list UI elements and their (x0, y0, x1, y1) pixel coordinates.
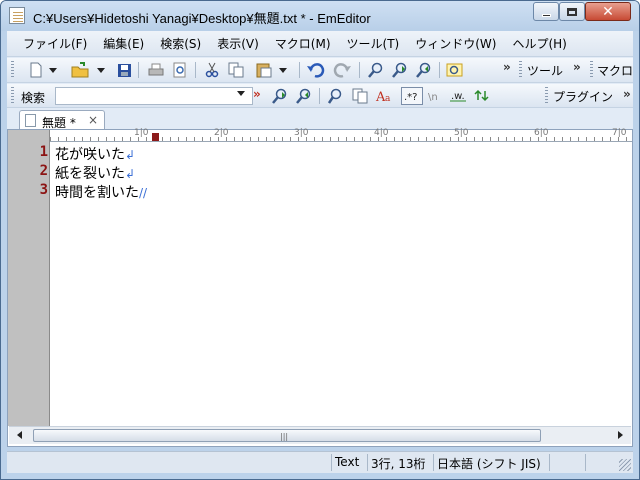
line-number: 1 (39, 144, 48, 160)
title-bar[interactable]: C:¥Users¥Hidetoshi Yanagi¥Desktop¥無題.txt… (1, 1, 639, 31)
scrollbar-thumb[interactable]: ||| (33, 429, 541, 442)
menu-bar: ファイル(F) 編集(E) 検索(S) 表示(V) マクロ(M) ツール(T) … (7, 31, 633, 57)
search-label: 検索 (21, 91, 46, 105)
document-tab-strip: 無題 * × (7, 109, 633, 132)
menu-tools[interactable]: ツール(T) (339, 32, 408, 55)
save-icon[interactable] (115, 61, 133, 79)
new-dropdown-icon[interactable] (47, 61, 59, 79)
search-previous-icon[interactable] (295, 87, 313, 105)
line-text: 時間を割いた (55, 185, 139, 201)
search-all-icon[interactable] (327, 87, 345, 105)
newline-mark: ↲ (125, 148, 136, 162)
emeditor-app-icon[interactable] (9, 7, 25, 24)
toolbar-grip[interactable] (11, 61, 14, 79)
maximize-icon (567, 7, 577, 16)
text-line[interactable]: 紙を裂いた↲ (55, 163, 135, 183)
editor-pane: 1|0 2|0 3|0 4|0 5|0 6|0 7|0 1 2 3 花が咲いた↲… (7, 128, 633, 447)
line-number: 2 (39, 163, 48, 179)
toolbar-overflow-chevron[interactable]: » (503, 60, 511, 74)
text-line[interactable]: 時間を割いた// (55, 182, 147, 202)
scroll-right-arrow-icon[interactable] (618, 431, 623, 439)
plugins-overflow-chevron[interactable]: » (623, 87, 631, 101)
window-chrome: ファイル(F) 編集(E) 検索(S) 表示(V) マクロ(M) ツール(T) … (7, 31, 633, 132)
search-history-dropdown-icon[interactable] (237, 91, 245, 96)
cut-icon[interactable] (203, 61, 221, 79)
find-toolbar: 検索 » Aa .*? \n .w. プラグイン » (7, 84, 633, 108)
regex-toggle-icon[interactable]: .*? (401, 87, 423, 105)
svg-text:.w.: .w. (451, 91, 465, 102)
tools-toolbar-grip[interactable] (519, 61, 522, 79)
menu-edit[interactable]: 編集(E) (95, 32, 152, 55)
text-line[interactable]: 花が咲いた↲ (55, 144, 135, 164)
text-document-icon (25, 114, 36, 127)
undo-icon[interactable] (307, 61, 325, 79)
line-number: 3 (39, 182, 48, 198)
standard-toolbar: » ツール » マクロ (7, 58, 633, 83)
search-next-icon[interactable] (271, 87, 289, 105)
search-input[interactable] (55, 87, 253, 105)
macro-toolbar-grip[interactable] (590, 61, 593, 79)
redo-icon[interactable] (333, 61, 351, 79)
copy-icon[interactable] (227, 61, 245, 79)
close-icon: ✕ (602, 3, 614, 20)
menu-help[interactable]: ヘルプ(H) (504, 32, 574, 55)
incremental-search-icon[interactable] (473, 87, 491, 105)
paste-dropdown-icon[interactable] (277, 61, 289, 79)
status-mode[interactable]: Text (335, 455, 359, 469)
line-text: 紙を裂いた (55, 166, 125, 182)
match-case-icon[interactable]: Aa (375, 87, 393, 105)
app-window: C:¥Users¥Hidetoshi Yanagi¥Desktop¥無題.txt… (0, 0, 640, 480)
find-next-icon[interactable] (391, 61, 409, 79)
close-button[interactable]: ✕ (585, 2, 631, 21)
line-text: 花が咲いた (55, 147, 125, 163)
maximize-button[interactable] (559, 2, 585, 21)
line-number-gutter[interactable]: 1 2 3 (8, 130, 50, 426)
menu-window[interactable]: ウィンドウ(W) (407, 32, 504, 55)
find-toolbar-grip[interactable] (11, 87, 14, 105)
status-bar: Text 3行, 13桁 日本語 (シフト JIS) (7, 451, 633, 473)
svg-text:\n: \n (428, 92, 438, 102)
highlight-search-icon[interactable] (445, 61, 463, 79)
paste-icon[interactable] (255, 61, 273, 79)
search-documents-icon[interactable] (351, 87, 369, 105)
minimize-icon (541, 13, 551, 17)
search-options-chevron[interactable]: » (253, 87, 261, 101)
newline-mark: ↲ (125, 167, 136, 181)
new-file-icon[interactable] (27, 61, 45, 79)
scrollbar-grip-icon: ||| (280, 432, 289, 441)
ruler-cursor-marker (152, 133, 159, 141)
plugins-toolbar-label[interactable]: プラグイン (553, 88, 613, 105)
svg-text:.*?: .*? (404, 92, 418, 102)
open-folder-icon[interactable] (71, 61, 89, 79)
print-icon[interactable] (147, 61, 165, 79)
horizontal-scrollbar[interactable]: ||| (9, 426, 631, 444)
status-cursor-position[interactable]: 3行, 13桁 (371, 455, 426, 472)
end-of-file-mark: // (139, 186, 148, 200)
find-icon[interactable] (367, 61, 385, 79)
scroll-left-arrow-icon[interactable] (17, 431, 22, 439)
menu-view[interactable]: 表示(V) (209, 32, 267, 55)
escape-sequence-icon[interactable]: \n (427, 87, 445, 105)
status-encoding[interactable]: 日本語 (シフト JIS) (437, 455, 541, 472)
minimize-button[interactable] (533, 2, 559, 21)
print-preview-icon[interactable] (171, 61, 189, 79)
text-editing-area[interactable]: 花が咲いた↲ 紙を裂いた↲ 時間を割いた// (52, 142, 630, 426)
find-previous-icon[interactable] (415, 61, 433, 79)
svg-text:a: a (385, 94, 391, 104)
window-title: C:¥Users¥Hidetoshi Yanagi¥Desktop¥無題.txt… (33, 11, 371, 26)
plugins-toolbar-grip[interactable] (545, 87, 548, 105)
macro-toolbar-label[interactable]: マクロ (597, 62, 633, 79)
tools-overflow-chevron[interactable]: » (573, 60, 581, 74)
tools-toolbar-label[interactable]: ツール (527, 62, 563, 79)
ruler-ticks (50, 137, 632, 141)
column-ruler[interactable]: 1|0 2|0 3|0 4|0 5|0 6|0 7|0 (50, 128, 632, 142)
menu-search[interactable]: 検索(S) (152, 32, 209, 55)
menu-file[interactable]: ファイル(F) (15, 32, 95, 55)
whole-word-icon[interactable]: .w. (449, 87, 467, 105)
tab-close-icon[interactable]: × (88, 113, 98, 127)
menu-macros[interactable]: マクロ(M) (267, 32, 339, 55)
window-resize-grip[interactable] (619, 459, 631, 471)
open-dropdown-icon[interactable] (95, 61, 107, 79)
